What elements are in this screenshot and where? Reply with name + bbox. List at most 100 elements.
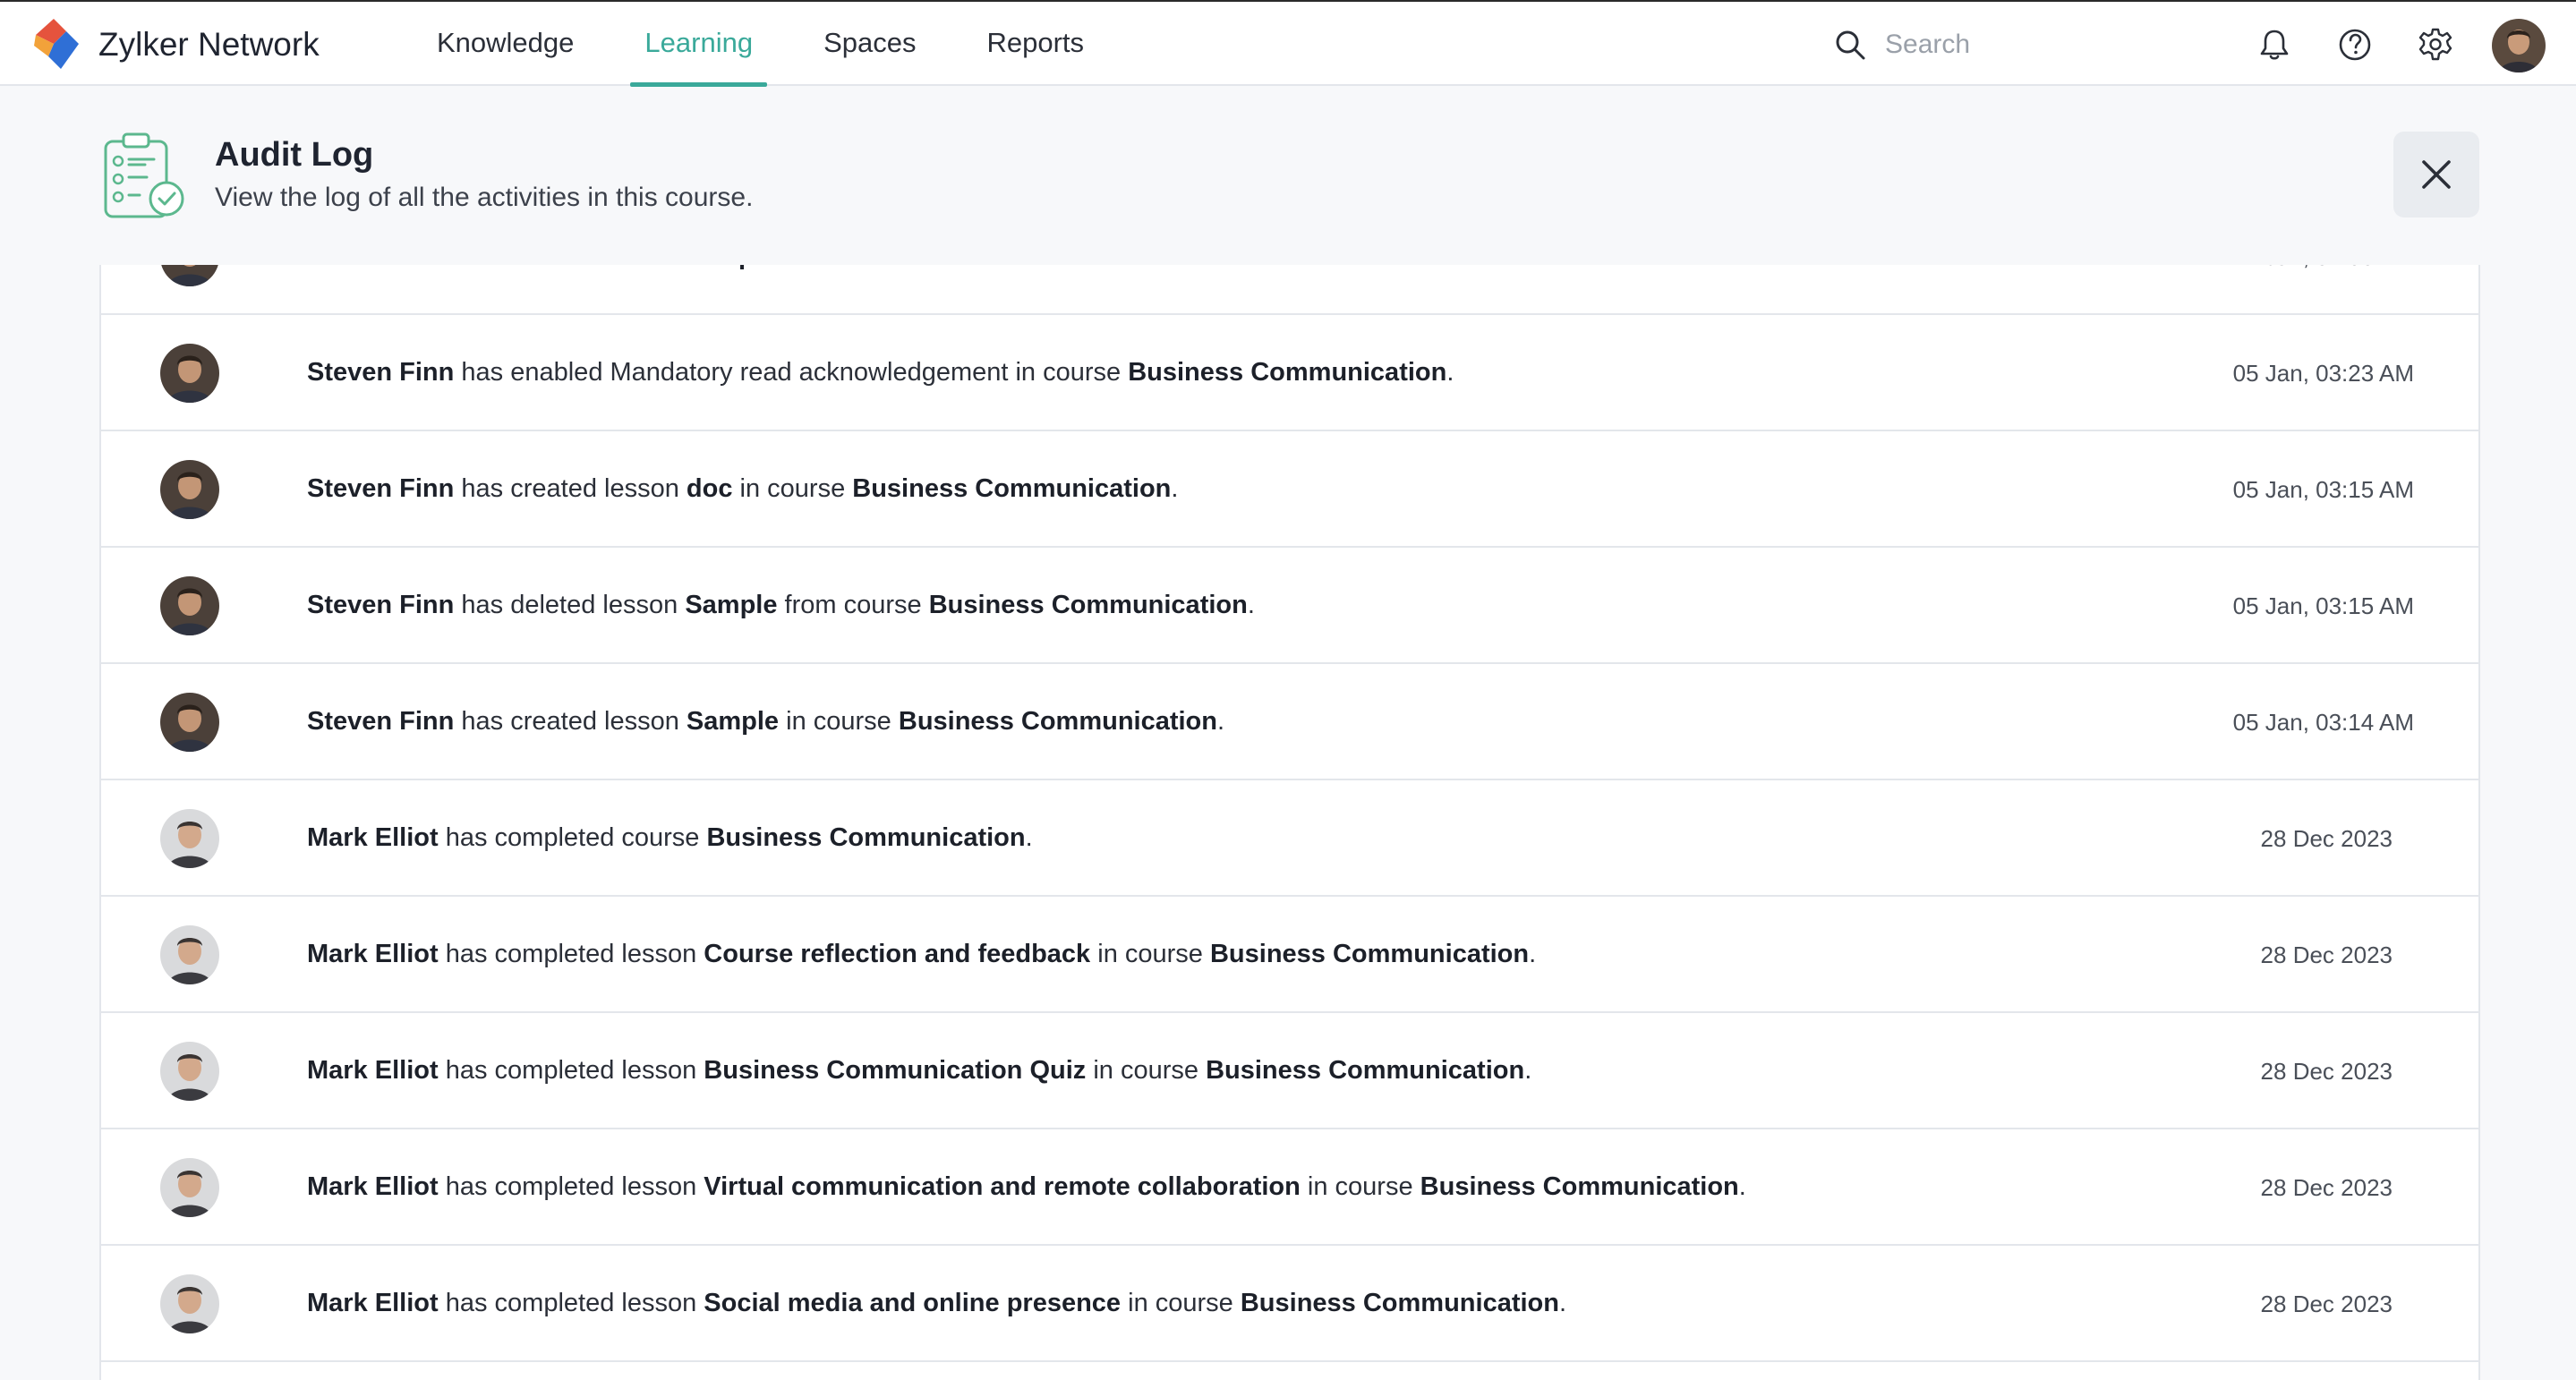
steven-finn-avatar-icon [160,460,219,519]
log-object: Course reflection and feedback [704,940,1091,968]
log-text-part: . [1217,707,1225,736]
actor-avatar[interactable] [160,265,219,286]
nav-tab-label: Knowledge [437,27,575,58]
log-entry-text: Steven Finn has created lesson doc in co… [307,474,1178,504]
page-subtitle: View the log of all the activities in th… [215,183,754,212]
log-object: Business Communication [898,707,1217,736]
log-entry-row: Mark Elliot has completed lesson Busines… [101,1013,2478,1129]
log-text-part: . [1171,474,1179,503]
log-object: Business Communication [1209,940,1530,968]
actor-avatar[interactable] [160,693,219,752]
log-text-part: has completed lesson [438,1056,704,1085]
actor-name[interactable]: Steven Finn [307,707,454,736]
log-object: Business Communication Quiz [704,1056,1087,1085]
mark-elliot-avatar-icon [160,1042,219,1101]
log-timestamp: 28 Dec 2023 [2260,1291,2393,1317]
nav-tab-label: Reports [986,27,1085,58]
log-text-part: . [1524,1056,1532,1085]
log-timestamp: 05 Jan, 03:14 AM [2232,709,2414,736]
log-text-part: has completed lesson [438,940,704,968]
notification-bell-icon[interactable] [2256,26,2293,64]
log-object: Business Communication [1206,1056,1525,1085]
main-nav: Knowledge Learning Spaces Reports [422,2,1140,87]
log-text-part: has created lesson [454,707,687,736]
log-entry-row: Mark Elliot has completed lesson Course … [101,897,2478,1013]
mark-elliot-avatar-icon [160,809,219,868]
close-button[interactable] [2393,132,2479,217]
top-navigation-bar: Zylker Network Knowledge Learning Spaces… [0,0,2576,87]
log-object: doc [686,474,733,503]
log-text-part: in course [732,474,853,503]
nav-tab-reports[interactable]: Reports [972,2,1098,86]
log-entry-row: Mark Elliot has completed lesson Virtual… [101,1129,2478,1246]
steven-finn-avatar-icon [160,693,219,752]
nav-tab-learning[interactable]: Learning [630,2,767,87]
log-timestamp: 05 Jan, 03:23 AM [2232,360,2414,387]
nav-tab-label: Learning [644,27,754,58]
log-text-part: has completed lesson [438,1289,704,1317]
nav-tab-spaces[interactable]: Spaces [809,2,930,86]
actor-name[interactable]: Mark Elliot [307,823,439,852]
actor-name[interactable]: Steven Finn [307,591,454,619]
nav-tab-label: Spaces [823,27,917,58]
log-object: Business Communication [1420,1172,1739,1201]
log-text-part: in course [1300,1172,1420,1201]
log-text-part: . [1247,591,1255,619]
log-object: Social media and online presence [704,1289,1122,1317]
log-text-part: in course [1121,1289,1241,1317]
log-entry-text: Mark Elliot has completed lesson Busines… [307,1056,1531,1086]
brand-name: Zylker Network [98,26,320,63]
log-entry-text: Mark Elliot has completed lesson Social … [307,1289,1566,1318]
page-title: Audit Log [215,136,374,174]
actor-avatar[interactable] [160,1274,219,1333]
log-entry-row: Steven Finn has deleted lesson Sample fr… [101,548,2478,664]
actor-name[interactable]: Steven Finn [307,265,454,270]
log-text-part: . [1738,1172,1746,1201]
actor-avatar[interactable] [160,576,219,635]
log-text-part: . [1558,1289,1567,1317]
log-entry-text: Mark Elliot has completed lesson Virtual… [307,1172,1746,1202]
help-icon[interactable] [2336,26,2374,64]
steven-finn-avatar-icon [160,576,219,635]
actor-name[interactable]: Mark Elliot [307,1289,439,1317]
log-text-part: has completed lesson [438,1172,704,1201]
actor-avatar[interactable] [160,344,219,403]
log-entry-row: Mark Elliot has completed course Busines… [101,780,2478,897]
log-timestamp: 22 Jan, 04:06 AM [2233,265,2414,271]
actor-avatar[interactable] [160,1158,219,1217]
actor-avatar[interactable] [160,809,219,868]
search-input[interactable] [1883,29,2155,61]
log-entry-row: Steven Finn has created lesson doc in co… [101,431,2478,548]
steven-finn-avatar-icon [160,265,219,286]
log-text-part: has created lesson [454,474,687,503]
log-text-part: from course [777,591,929,619]
actor-name[interactable]: Steven Finn [307,358,454,387]
search-icon[interactable] [1833,28,1867,62]
log-text-part: in course [866,265,985,270]
log-object: Virtual communication and remote collabo… [704,1172,1301,1201]
actor-avatar[interactable] [160,1042,219,1101]
log-timestamp: 28 Dec 2023 [2260,941,2393,968]
log-entry-text: Steven Finn has created lesson Sample in… [307,707,1224,737]
actor-avatar[interactable] [160,925,219,984]
actor-name[interactable]: Mark Elliot [307,1056,439,1085]
log-object: Sample [685,591,778,619]
log-entry-text: Mark Elliot has completed course Busines… [307,823,1033,853]
audit-log-list[interactable]: Steven Finn has created lesson sample le… [99,265,2480,1380]
log-entry-text: Mark Elliot has completed lesson Course … [307,940,1536,969]
nav-tab-knowledge[interactable]: Knowledge [422,2,588,86]
log-object: Business Communication [1128,358,1447,387]
mark-elliot-avatar-icon [160,1274,219,1333]
actor-name[interactable]: Mark Elliot [307,1172,439,1201]
user-avatar-icon [2492,19,2546,72]
log-text-part: . [1529,940,1537,968]
log-object: Sample [686,707,780,736]
mark-elliot-avatar-icon [160,925,219,984]
actor-avatar[interactable] [160,460,219,519]
actor-name[interactable]: Mark Elliot [307,940,439,968]
actor-name[interactable]: Steven Finn [307,474,454,503]
user-avatar[interactable] [2492,19,2546,72]
log-entry-text: Steven Finn has deleted lesson Sample fr… [307,591,1255,620]
brand[interactable]: Zylker Network [27,14,320,75]
settings-gear-icon[interactable] [2417,26,2454,64]
